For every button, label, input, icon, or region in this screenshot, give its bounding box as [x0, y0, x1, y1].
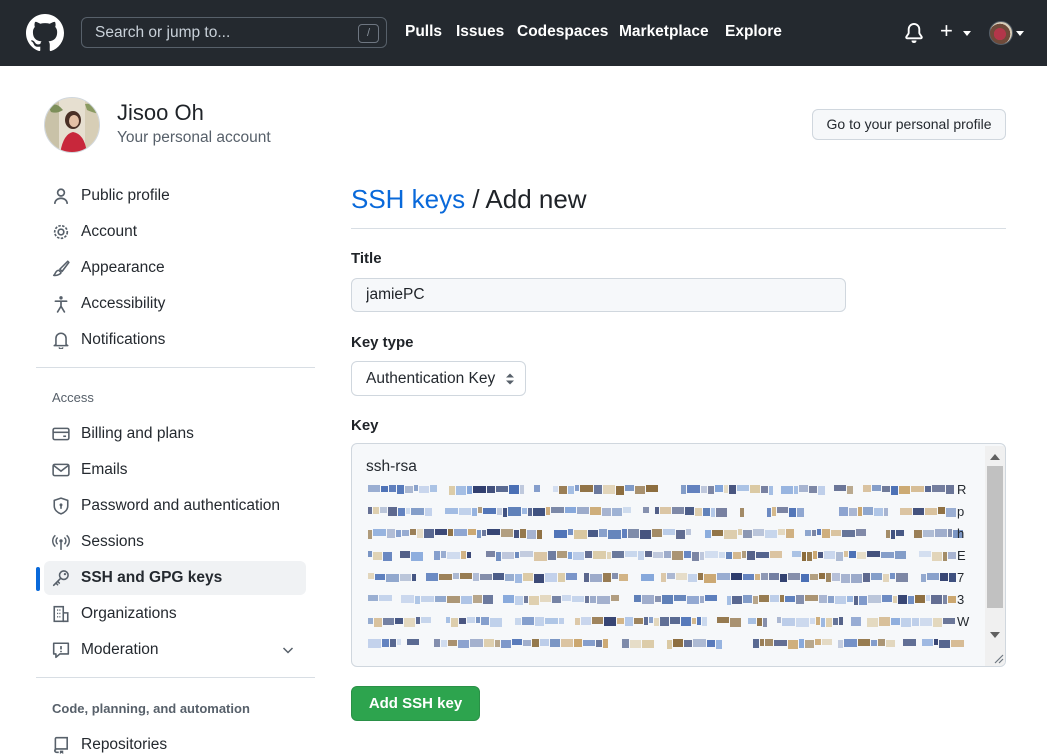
key-trailing-char: p [957, 504, 965, 519]
key-icon [52, 570, 69, 587]
nav-codespaces[interactable]: Codespaces [517, 23, 608, 41]
redacted-key-row [368, 573, 956, 583]
page-title: SSH keys / Add new [351, 184, 587, 215]
chevron-down-icon[interactable] [280, 642, 296, 658]
title-input[interactable] [351, 278, 846, 312]
nav-explore[interactable]: Explore [725, 23, 782, 41]
sidebar-heading-automation: Code, planning, and automation [52, 701, 250, 716]
redacted-key-row [368, 639, 964, 649]
sidebar-item-label: SSH and GPG keys [81, 569, 223, 586]
sidebar-item-ssh-gpg-keys[interactable]: SSH and GPG keys [36, 561, 306, 595]
key-trailing-char: h [957, 526, 965, 541]
title-divider [351, 228, 1006, 229]
redacted-key-row [368, 507, 956, 517]
sidebar-item-notifications[interactable]: Notifications [44, 323, 306, 357]
sidebar-item-label: Public profile [81, 187, 170, 204]
select-arrows-icon [506, 373, 514, 385]
sidebar-divider [36, 367, 315, 368]
key-trailing-char: W [957, 614, 970, 629]
breadcrumb-ssh-keys-link[interactable]: SSH keys [351, 184, 465, 214]
gear-icon [53, 224, 69, 240]
report-icon [52, 642, 70, 659]
key-trailing-char: 7 [957, 570, 965, 585]
nav-issues[interactable]: Issues [456, 23, 504, 41]
sidebar-item-label: Organizations [81, 605, 177, 622]
scroll-down-arrow-icon[interactable] [990, 632, 1000, 638]
sidebar-item-password-authentication[interactable]: Password and authentication [44, 489, 306, 523]
key-textarea-scrollbar[interactable] [985, 446, 1005, 666]
key-type-label: Key type [351, 334, 414, 351]
mail-icon [52, 463, 70, 477]
add-ssh-key-button[interactable]: Add SSH key [351, 686, 480, 721]
redacted-key-row [368, 529, 963, 539]
sidebar-item-label: Sessions [81, 533, 144, 550]
organization-icon [53, 605, 69, 623]
key-type-selected-value: Authentication Key [366, 370, 496, 387]
notifications-bell-icon[interactable] [904, 22, 924, 44]
sidebar-item-accessibility[interactable]: Accessibility [44, 287, 306, 321]
sidebar-item-emails[interactable]: Emails [44, 453, 306, 487]
search-shortcut-key: / [358, 24, 379, 43]
sidebar-item-repositories[interactable]: Repositories [44, 728, 306, 756]
sidebar-item-account[interactable]: Account [44, 215, 306, 249]
sidebar-item-label: Billing and plans [81, 425, 194, 442]
breadcrumb-separator: / [465, 184, 486, 214]
sidebar-item-public-profile[interactable]: Public profile [44, 179, 306, 213]
nav-pulls[interactable]: Pulls [405, 23, 442, 41]
sidebar-item-moderation[interactable]: Moderation [44, 633, 306, 667]
create-menu-chevron-icon[interactable] [963, 31, 971, 36]
avatar-photo [45, 98, 99, 152]
user-avatar-menu[interactable] [989, 21, 1013, 45]
sidebar-item-label: Repositories [81, 736, 168, 753]
repo-icon [54, 736, 68, 754]
sidebar-item-label: Password and authentication [81, 497, 281, 514]
search-placeholder: Search or jump to... [95, 24, 231, 41]
key-trailing-char: R [957, 482, 967, 497]
sidebar-item-label: Appearance [81, 259, 165, 276]
broadcast-icon [52, 534, 70, 550]
accessibility-icon [54, 296, 68, 313]
key-textarea[interactable]: ssh-rsa R p h E 7 3 W [351, 443, 1006, 667]
title-label: Title [351, 250, 382, 267]
sidebar-item-appearance[interactable]: Appearance [44, 251, 306, 285]
go-to-profile-button[interactable]: Go to your personal profile [812, 109, 1006, 140]
redacted-key-row [368, 617, 956, 627]
sidebar-heading-access: Access [52, 390, 94, 405]
resize-handle-icon[interactable] [992, 652, 1004, 664]
account-subtitle: Your personal account [117, 129, 271, 146]
scroll-up-arrow-icon[interactable] [990, 454, 1000, 460]
account-name: Jisoo Oh [117, 100, 204, 125]
sidebar-divider [36, 677, 315, 678]
redacted-key-row [368, 595, 956, 605]
user-menu-chevron-icon[interactable] [1016, 31, 1024, 36]
account-avatar [44, 97, 100, 153]
sidebar-item-label: Moderation [81, 641, 159, 658]
shield-lock-icon [53, 497, 69, 515]
scroll-thumb[interactable] [987, 466, 1003, 608]
sidebar-item-sessions[interactable]: Sessions [44, 525, 306, 559]
key-trailing-char: E [957, 548, 966, 563]
sidebar-item-label: Account [81, 223, 138, 240]
bell-icon [53, 332, 69, 349]
sidebar-item-label: Notifications [81, 331, 166, 348]
create-new-plus-icon[interactable]: + [940, 20, 953, 42]
redacted-key-row [368, 551, 956, 561]
credit-card-icon [52, 427, 70, 441]
sidebar-item-label: Emails [81, 461, 128, 478]
key-text-first-line: ssh-rsa [366, 458, 417, 475]
paintbrush-icon [52, 260, 70, 277]
sidebar-item-billing[interactable]: Billing and plans [44, 417, 306, 451]
breadcrumb-current: Add new [485, 184, 587, 214]
search-input[interactable]: Search or jump to... / [81, 17, 387, 48]
redacted-key-row [368, 485, 956, 495]
nav-marketplace[interactable]: Marketplace [619, 23, 709, 41]
person-icon [53, 188, 69, 204]
global-header: Search or jump to... / Pulls Issues Code… [0, 0, 1047, 66]
key-label: Key [351, 417, 379, 434]
sidebar-item-label: Accessibility [81, 295, 166, 312]
sidebar-item-organizations[interactable]: Organizations [44, 597, 306, 631]
key-type-select[interactable]: Authentication Key [351, 361, 526, 396]
github-logo-icon[interactable] [26, 14, 64, 52]
key-trailing-char: 3 [957, 592, 965, 607]
